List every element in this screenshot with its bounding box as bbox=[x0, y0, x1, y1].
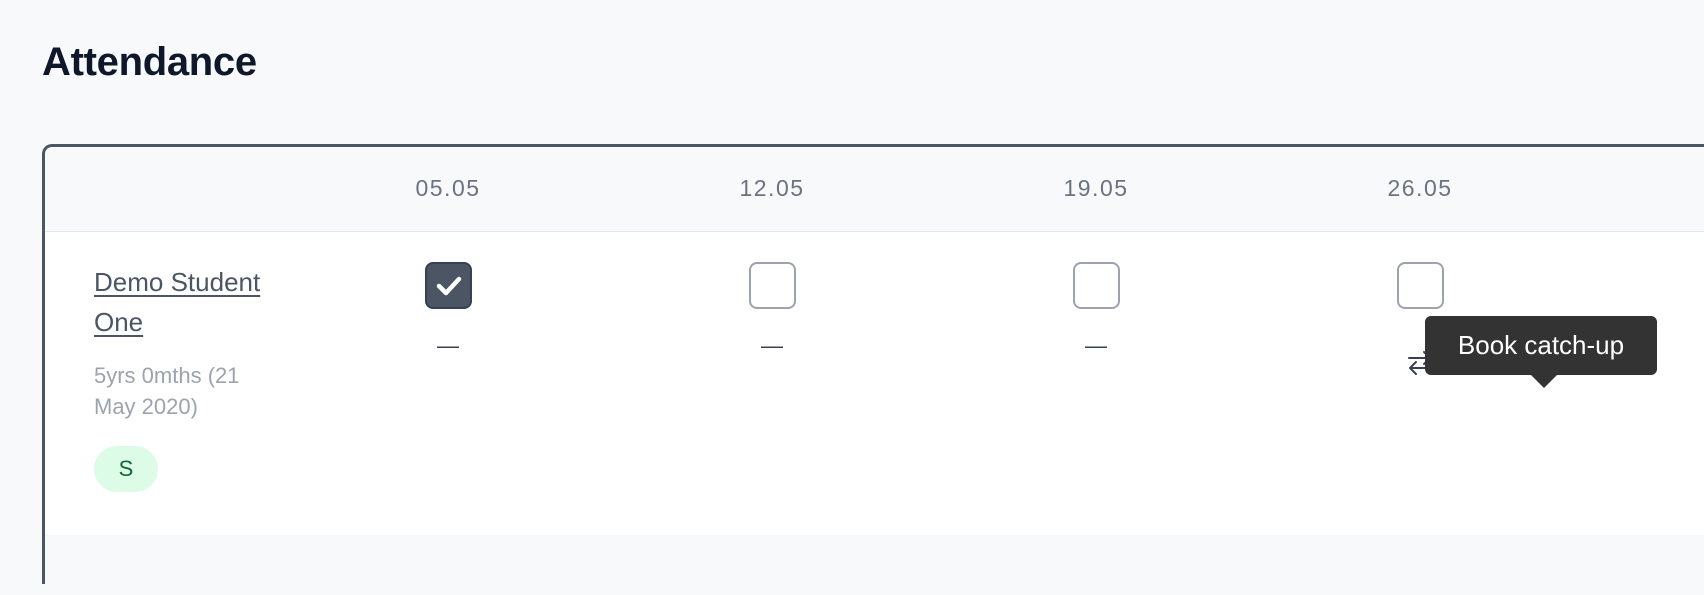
attendance-status: — bbox=[437, 333, 459, 358]
check-icon bbox=[436, 276, 461, 296]
date-column-header: 26.05 bbox=[1387, 175, 1453, 201]
attendance-status: — bbox=[761, 333, 783, 358]
table-header-row: 05.05 12.05 19.05 26.05 bbox=[45, 147, 1704, 232]
book-catch-up-tooltip: Book catch-up bbox=[1425, 316, 1657, 388]
table-footer bbox=[45, 535, 1704, 595]
date-column-header: 12.05 bbox=[739, 175, 805, 201]
attendance-cell: — bbox=[408, 262, 488, 361]
attendance-checkbox[interactable] bbox=[1072, 262, 1120, 309]
date-column-header: 19.05 bbox=[1063, 175, 1129, 201]
date-column-header: 05.05 bbox=[415, 175, 481, 201]
attendance-status: — bbox=[1085, 333, 1107, 358]
student-cell: Demo Student One 5yrs 0mths (21 May 2020… bbox=[94, 262, 284, 492]
attendance-cell: — bbox=[1056, 262, 1136, 361]
attendance-checkbox[interactable] bbox=[1396, 262, 1444, 309]
attendance-checkbox[interactable] bbox=[748, 262, 796, 309]
student-age: 5yrs 0mths (21 May 2020) bbox=[94, 363, 240, 419]
page-title: Attendance bbox=[42, 40, 257, 84]
attendance-checkbox[interactable] bbox=[424, 262, 472, 309]
student-name-link[interactable]: Demo Student One bbox=[94, 262, 284, 342]
attendance-cell: — bbox=[732, 262, 812, 361]
status-badge: S bbox=[94, 446, 158, 492]
